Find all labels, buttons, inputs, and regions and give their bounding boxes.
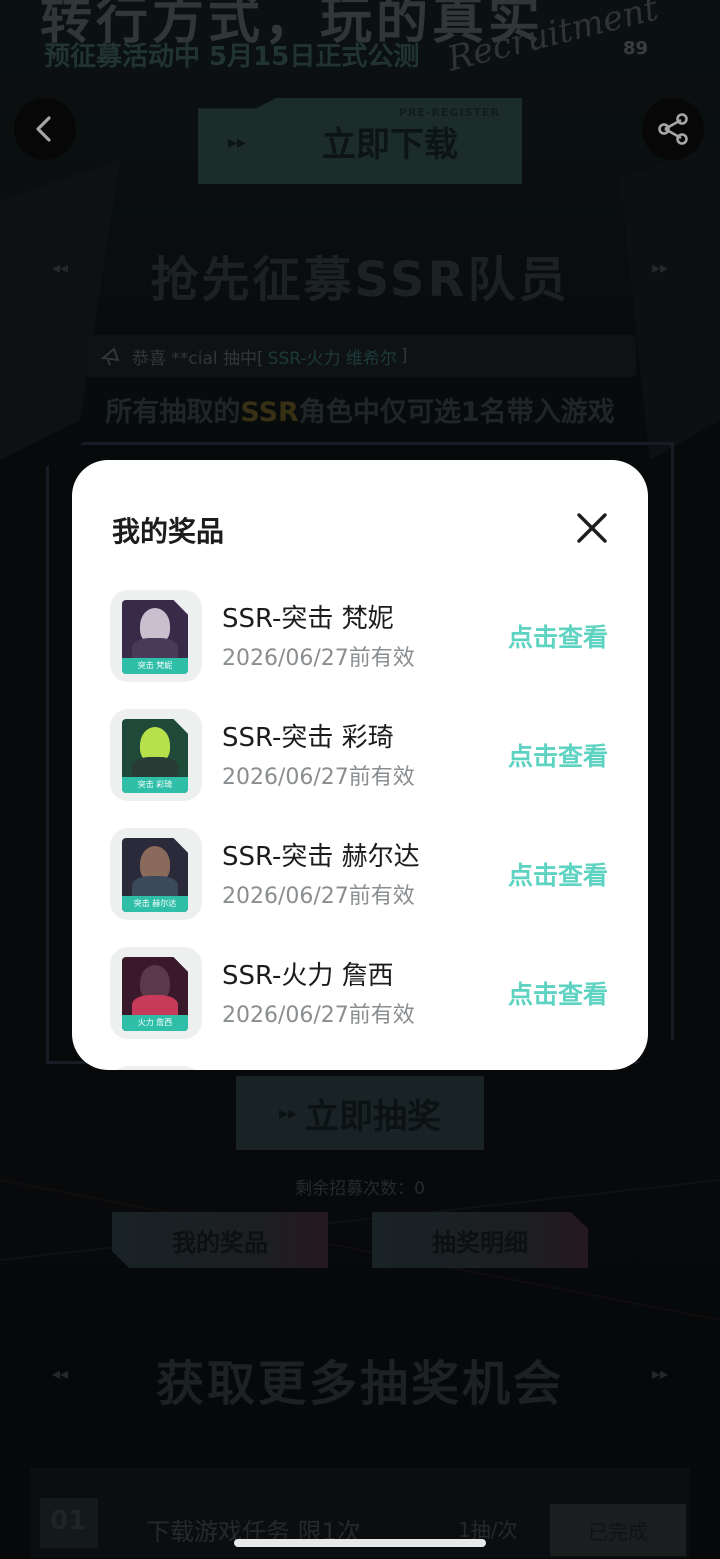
prize-expiry: 2026/06/27前有效	[222, 646, 415, 671]
prize-thumbnail: 突击 彩琦	[110, 709, 202, 801]
prize-name: SSR-突击 彩琦	[222, 723, 394, 753]
prize-item-partial	[72, 1064, 648, 1070]
card-caption: 突击 赫尔达	[122, 896, 188, 912]
prize-thumbnail: 火力 詹西	[110, 947, 202, 1039]
close-icon[interactable]	[574, 510, 610, 546]
card-caption: 火力 詹西	[122, 1015, 188, 1031]
prize-item: 突击 梵妮 SSR-突击 梵妮 2026/06/27前有效 点击查看	[72, 588, 648, 707]
prize-expiry: 2026/06/27前有效	[222, 765, 415, 790]
prize-name: SSR-火力 詹西	[222, 961, 394, 991]
view-prize-link[interactable]: 点击查看	[508, 737, 608, 773]
prize-thumbnail: 突击 梵妮	[110, 590, 202, 682]
prize-expiry: 2026/06/27前有效	[222, 884, 415, 909]
prize-thumbnail: 突击 赫尔达	[110, 828, 202, 920]
character-card: 突击 赫尔达	[122, 838, 188, 912]
prize-expiry: 2026/06/27前有效	[222, 1003, 415, 1028]
character-card: 突击 梵妮	[122, 600, 188, 674]
prize-item: 突击 赫尔达 SSR-突击 赫尔达 2026/06/27前有效 点击查看	[72, 826, 648, 945]
prize-thumbnail	[110, 1066, 202, 1070]
card-caption: 突击 梵妮	[122, 658, 188, 674]
home-indicator[interactable]	[234, 1539, 486, 1547]
prize-name: SSR-突击 赫尔达	[222, 842, 420, 872]
character-card: 火力 詹西	[122, 957, 188, 1031]
view-prize-link[interactable]: 点击查看	[508, 856, 608, 892]
my-prizes-modal: 我的奖品 突击 梵妮 SSR-突击 梵妮 2026/06/27前有效 点击查看	[72, 460, 648, 1070]
prize-list: 突击 梵妮 SSR-突击 梵妮 2026/06/27前有效 点击查看 突击 彩琦…	[72, 588, 648, 1070]
view-prize-link[interactable]: 点击查看	[508, 975, 608, 1011]
card-caption: 突击 彩琦	[122, 777, 188, 793]
character-card: 突击 彩琦	[122, 719, 188, 793]
prize-name: SSR-突击 梵妮	[222, 604, 394, 634]
recruit-page: 转行方式，玩的真实 预征募活动中 5月15日正式公测 Recruitment 8…	[0, 0, 720, 1559]
view-prize-link[interactable]: 点击查看	[508, 618, 608, 654]
modal-title: 我的奖品	[112, 515, 225, 548]
prize-item: 突击 彩琦 SSR-突击 彩琦 2026/06/27前有效 点击查看	[72, 707, 648, 826]
prize-item: 火力 詹西 SSR-火力 詹西 2026/06/27前有效 点击查看	[72, 945, 648, 1064]
